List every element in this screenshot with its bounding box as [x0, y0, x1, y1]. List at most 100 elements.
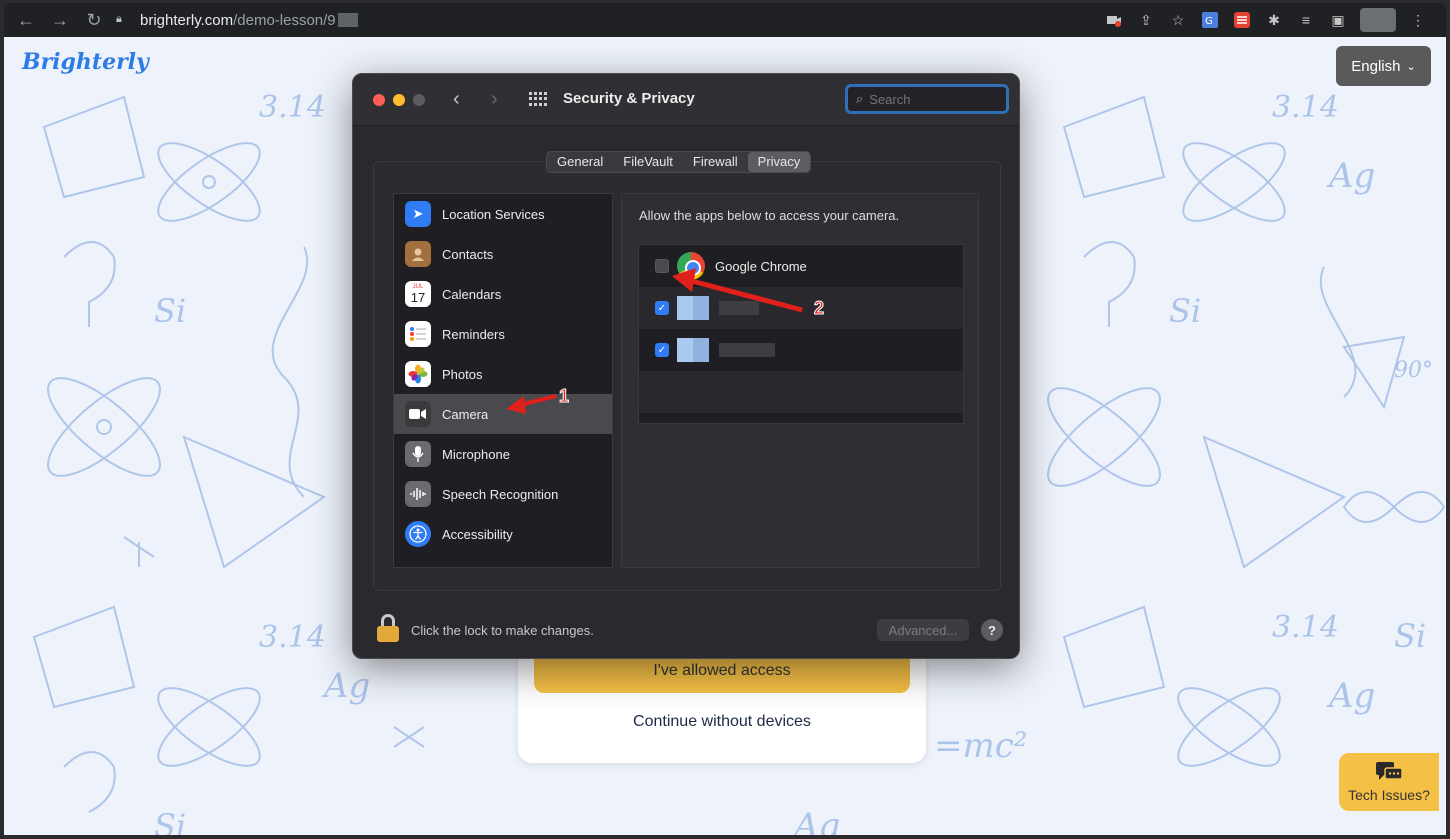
side-panel-icon[interactable]: ▣ [1328, 10, 1348, 30]
advanced-button[interactable]: Advanced... [877, 619, 969, 641]
calendar-day: 17 [410, 289, 426, 305]
svg-text:Ag: Ag [1326, 156, 1375, 196]
show-all-grid-icon[interactable] [529, 92, 547, 106]
panel-description: Allow the apps below to access your came… [639, 208, 900, 223]
location-arrow-icon: ➤ [405, 201, 431, 227]
search-icon: ⌕ [856, 91, 864, 106]
tab-privacy[interactable]: Privacy [747, 152, 811, 172]
svg-text:90°: 90° [1394, 358, 1433, 383]
search-field[interactable]: ⌕ [845, 84, 1009, 114]
sidebar-item-accessibility[interactable]: Accessibility [394, 514, 612, 554]
svg-text:Ag: Ag [791, 806, 840, 835]
sidebar-item-label: Microphone [442, 446, 510, 462]
redacted-app-name [719, 301, 759, 315]
sidebar-item-location-services[interactable]: ➤ Location Services [394, 194, 612, 234]
bookmark-star-icon[interactable]: ☆ [1168, 10, 1188, 30]
chat-bubbles-icon [1376, 762, 1403, 780]
back-chevron-icon[interactable]: ‹ [453, 88, 460, 111]
svg-text:Si: Si [154, 807, 186, 835]
close-window-button[interactable] [373, 94, 385, 106]
svg-text:3.14: 3.14 [259, 620, 326, 655]
sidebar-item-label: Calendars [442, 286, 502, 302]
svg-text:3.14: 3.14 [1272, 610, 1339, 645]
microphone-icon [405, 441, 431, 467]
translate-extension-icon[interactable]: G [1200, 10, 1220, 30]
app-row-empty [639, 371, 963, 413]
app-row-redacted-2[interactable]: ✓ [639, 329, 963, 371]
svg-text:=mc²: =mc² [934, 726, 1027, 766]
accessibility-icon [405, 521, 431, 547]
svg-text:Si: Si [1394, 617, 1426, 655]
sidebar-item-label: Reminders [442, 326, 505, 342]
reload-icon[interactable]: ↻ [82, 8, 106, 32]
chrome-camera-checkbox[interactable] [655, 259, 669, 273]
app-name: Google Chrome [715, 258, 807, 274]
contacts-book-icon [405, 241, 431, 267]
waveform-icon [405, 481, 431, 507]
url-host: brighterly.com [140, 11, 234, 29]
profile-avatar[interactable] [1360, 8, 1396, 32]
app-camera-checkbox[interactable]: ✓ [655, 301, 669, 315]
redacted-app-icon [677, 296, 709, 320]
lock-icon: 🔒︎ [116, 13, 122, 25]
address-bar[interactable]: 🔒︎ brighterly.com/demo-lesson/9 [116, 7, 1116, 33]
tab-filevault[interactable]: FileVault [613, 152, 683, 172]
sidebar-item-label: Accessibility [442, 526, 513, 542]
window-titlebar: ‹ › Security & Privacy ⌕ [353, 74, 1019, 126]
sidebar-item-camera[interactable]: Camera [394, 394, 612, 434]
sidebar-item-microphone[interactable]: Microphone [394, 434, 612, 474]
camera-blocked-icon[interactable] [1104, 10, 1124, 30]
tab-firewall[interactable]: Firewall [683, 152, 748, 172]
app-camera-checkbox[interactable]: ✓ [655, 343, 669, 357]
svg-text:Ag: Ag [1326, 676, 1375, 716]
sidebar-item-label: Speech Recognition [442, 486, 559, 502]
forward-chevron-icon[interactable]: › [491, 88, 498, 111]
tab-general[interactable]: General [547, 152, 613, 172]
continue-without-devices-button[interactable]: Continue without devices [534, 707, 910, 737]
sidebar-item-photos[interactable]: Photos [394, 354, 612, 394]
sidebar-item-calendars[interactable]: JUL 17 Calendars [394, 274, 612, 314]
camera-permissions-panel: Allow the apps below to access your came… [621, 193, 979, 568]
camera-app-list: Google Chrome ✓ ✓ [638, 244, 964, 424]
camera-icon [405, 401, 431, 427]
privacy-sidebar: ➤ Location Services Contacts JUL 17 Cale… [393, 193, 613, 568]
svg-text:G: G [1205, 16, 1213, 27]
sidebar-item-label: Camera [442, 406, 489, 422]
app-row-google-chrome[interactable]: Google Chrome [639, 245, 963, 287]
language-label: English [1351, 57, 1401, 75]
chrome-icon [677, 252, 705, 280]
menu-dots-icon[interactable]: ⋮ [1408, 10, 1428, 30]
svg-text:3.14: 3.14 [1272, 90, 1339, 125]
back-arrow-icon[interactable]: ← [14, 8, 38, 32]
svg-text:3.14: 3.14 [259, 90, 326, 125]
lock-hint: Click the lock to make changes. [411, 623, 594, 638]
forward-arrow-icon[interactable]: → [48, 8, 72, 32]
tab-bar: General FileVault Firewall Privacy [546, 151, 812, 173]
chevron-down-icon: ⌄ [1406, 60, 1416, 73]
sidebar-item-contacts[interactable]: Contacts [394, 234, 612, 274]
app-row-redacted-1[interactable]: ✓ [639, 287, 963, 329]
zoom-window-button[interactable] [413, 94, 425, 106]
reading-list-icon[interactable]: ≡ [1296, 10, 1316, 30]
help-button[interactable]: ? [981, 619, 1003, 641]
redacted-url [337, 13, 358, 27]
share-icon[interactable]: ⇪ [1136, 10, 1156, 30]
language-selector[interactable]: English ⌄ [1336, 46, 1431, 86]
svg-text:Si: Si [1169, 292, 1201, 330]
svg-text:Ag: Ag [321, 666, 370, 706]
minimize-window-button[interactable] [393, 94, 405, 106]
window-footer: Click the lock to make changes. Advanced… [353, 604, 1019, 658]
tech-issues-label: Tech Issues? [1348, 787, 1430, 803]
tech-issues-button[interactable]: Tech Issues? [1339, 753, 1439, 811]
sidebar-item-reminders[interactable]: Reminders [394, 314, 612, 354]
brighterly-logo[interactable]: Brighterly [22, 49, 149, 75]
redacted-app-name [719, 343, 775, 357]
sidebar-item-speech-recognition[interactable]: Speech Recognition [394, 474, 612, 514]
redacted-app-icon [677, 338, 709, 362]
toolbar-icons: ⇪ ☆ G ✱ ≡ ▣ ⋮ [1104, 8, 1428, 32]
url-path: /demo-lesson/9 [233, 11, 336, 29]
search-input[interactable] [869, 91, 990, 107]
todoist-extension-icon[interactable] [1232, 10, 1252, 30]
extensions-puzzle-icon[interactable]: ✱ [1264, 10, 1284, 30]
padlock-icon[interactable] [377, 614, 399, 642]
